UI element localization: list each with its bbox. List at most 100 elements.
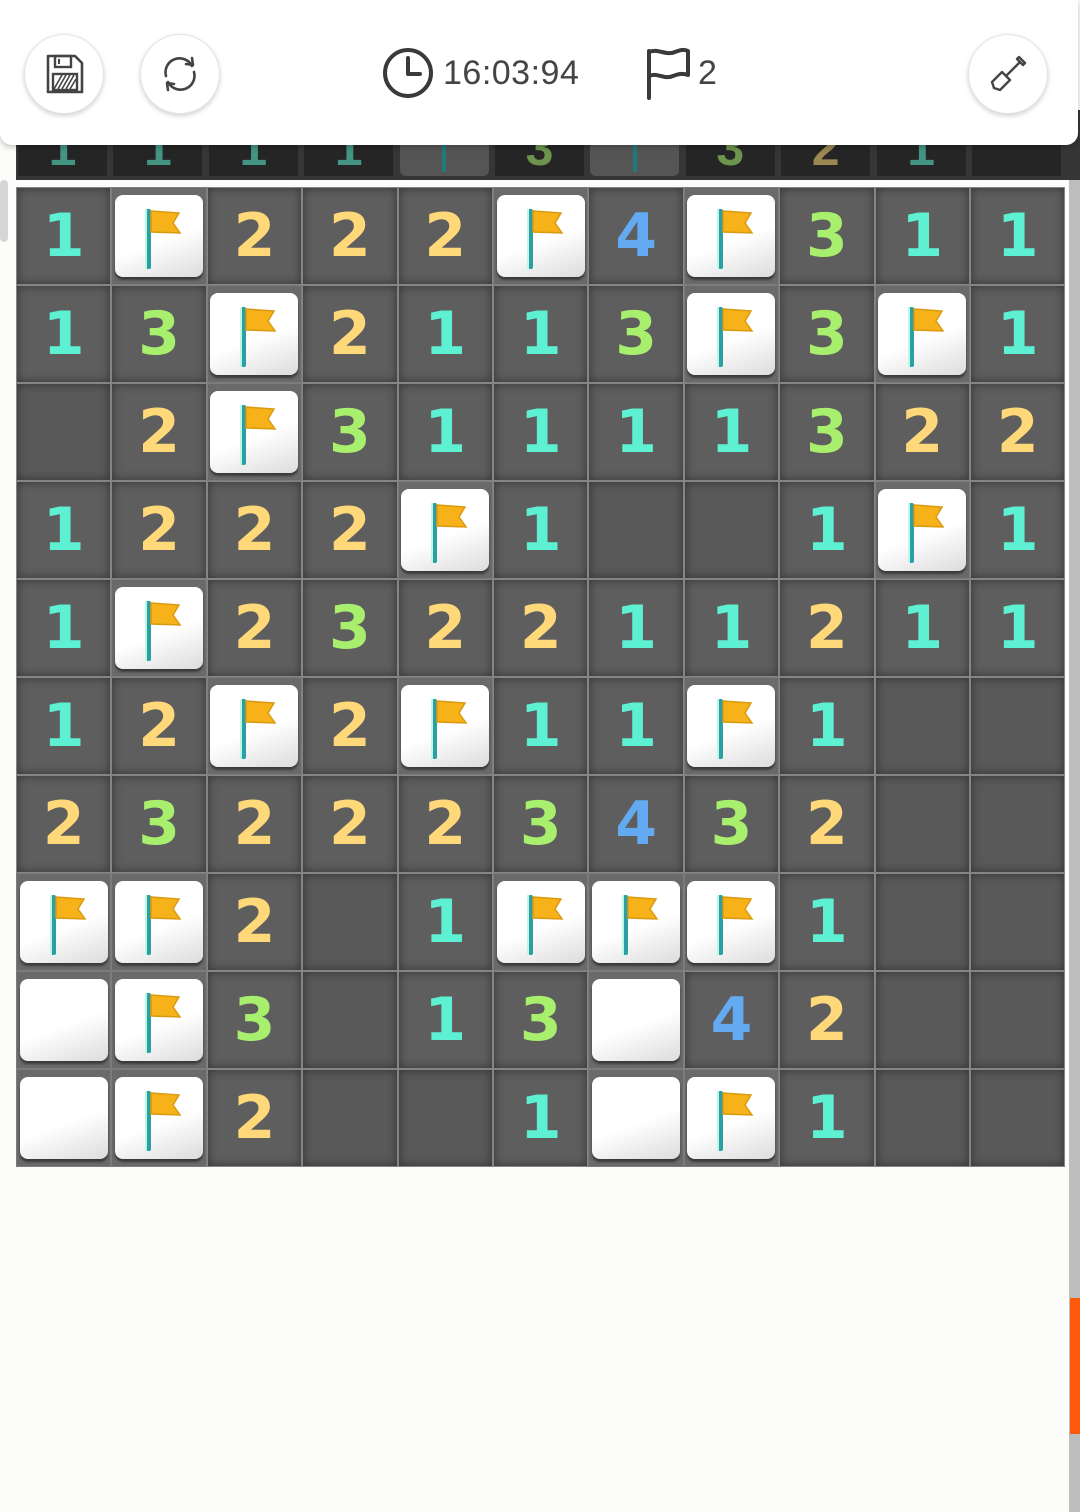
number-cell[interactable]: 1	[683, 579, 780, 677]
unopened-cell[interactable]	[588, 1069, 684, 1167]
number-cell[interactable]: 3	[493, 971, 589, 1069]
number-cell[interactable]: 1	[16, 285, 112, 383]
empty-cell[interactable]	[16, 383, 112, 481]
number-cell[interactable]: 2	[779, 579, 875, 677]
number-cell[interactable]: 1	[16, 579, 112, 677]
empty-cell[interactable]	[683, 481, 780, 579]
number-cell[interactable]: 2	[206, 873, 303, 971]
number-cell[interactable]: 2	[111, 383, 207, 481]
empty-cell[interactable]	[302, 1069, 398, 1167]
number-cell[interactable]: 2	[302, 775, 398, 873]
flagged-cell[interactable]	[874, 285, 970, 383]
flagged-cell[interactable]	[397, 481, 493, 579]
empty-cell[interactable]	[302, 873, 398, 971]
number-cell[interactable]: 1	[493, 677, 589, 775]
empty-cell[interactable]	[874, 971, 970, 1069]
number-cell[interactable]: 3	[206, 971, 303, 1069]
unopened-cell[interactable]	[588, 971, 684, 1069]
flagged-cell[interactable]	[683, 1069, 780, 1167]
number-cell[interactable]: 1	[874, 579, 970, 677]
unopened-cell[interactable]	[16, 971, 112, 1069]
number-cell[interactable]: 1	[588, 677, 684, 775]
number-cell[interactable]: 3	[493, 775, 589, 873]
flagged-cell[interactable]	[206, 383, 303, 481]
number-cell[interactable]: 2	[779, 971, 875, 1069]
number-cell[interactable]: 2	[302, 187, 398, 285]
number-cell[interactable]: 2	[206, 775, 303, 873]
flagged-cell[interactable]	[111, 187, 207, 285]
number-cell[interactable]: 3	[111, 285, 207, 383]
number-cell[interactable]: 1	[874, 187, 970, 285]
empty-cell[interactable]	[302, 971, 398, 1069]
number-cell[interactable]: 1	[16, 677, 112, 775]
number-cell[interactable]: 1	[397, 383, 493, 481]
flagged-cell[interactable]	[397, 677, 493, 775]
number-cell[interactable]: 1	[493, 1069, 589, 1167]
save-button[interactable]	[24, 34, 104, 114]
number-cell[interactable]: 2	[111, 481, 207, 579]
number-cell[interactable]: 2	[206, 187, 303, 285]
number-cell[interactable]: 2	[302, 481, 398, 579]
number-cell[interactable]: 2	[302, 677, 398, 775]
number-cell[interactable]: 3	[779, 383, 875, 481]
number-cell[interactable]: 4	[683, 971, 780, 1069]
flagged-cell[interactable]	[206, 285, 303, 383]
empty-cell[interactable]	[970, 677, 1066, 775]
number-cell[interactable]: 1	[779, 481, 875, 579]
number-cell[interactable]: 4	[588, 187, 684, 285]
flagged-cell[interactable]	[683, 677, 780, 775]
flagged-cell[interactable]	[16, 873, 112, 971]
number-cell[interactable]: 1	[970, 285, 1066, 383]
number-cell[interactable]: 2	[397, 579, 493, 677]
empty-cell[interactable]	[874, 1069, 970, 1167]
number-cell[interactable]: 4	[588, 775, 684, 873]
number-cell[interactable]: 3	[302, 383, 398, 481]
number-cell[interactable]: 2	[302, 285, 398, 383]
number-cell[interactable]: 1	[493, 481, 589, 579]
empty-cell[interactable]	[970, 873, 1066, 971]
number-cell[interactable]: 2	[206, 579, 303, 677]
flagged-cell[interactable]	[683, 873, 780, 971]
number-cell[interactable]: 1	[493, 383, 589, 481]
number-cell[interactable]: 2	[874, 383, 970, 481]
flagged-cell[interactable]	[493, 873, 589, 971]
flagged-cell[interactable]	[683, 285, 780, 383]
flagged-cell[interactable]	[111, 1069, 207, 1167]
number-cell[interactable]: 3	[111, 775, 207, 873]
number-cell[interactable]: 2	[16, 775, 112, 873]
number-cell[interactable]: 3	[302, 579, 398, 677]
unopened-cell[interactable]	[16, 1069, 112, 1167]
number-cell[interactable]: 3	[588, 285, 684, 383]
flagged-cell[interactable]	[111, 579, 207, 677]
number-cell[interactable]: 1	[16, 481, 112, 579]
flagged-cell[interactable]	[493, 187, 589, 285]
number-cell[interactable]: 1	[588, 579, 684, 677]
horizontal-scroll-indicator[interactable]	[0, 180, 8, 242]
number-cell[interactable]: 1	[779, 873, 875, 971]
empty-cell[interactable]	[874, 677, 970, 775]
number-cell[interactable]: 2	[206, 481, 303, 579]
number-cell[interactable]: 1	[16, 187, 112, 285]
number-cell[interactable]: 1	[397, 285, 493, 383]
number-cell[interactable]: 1	[493, 285, 589, 383]
number-cell[interactable]: 2	[397, 187, 493, 285]
empty-cell[interactable]	[970, 971, 1066, 1069]
number-cell[interactable]: 3	[779, 285, 875, 383]
number-cell[interactable]: 1	[588, 383, 684, 481]
dig-mode-button[interactable]	[968, 34, 1048, 114]
number-cell[interactable]: 2	[779, 775, 875, 873]
number-cell[interactable]: 1	[970, 187, 1066, 285]
number-cell[interactable]: 1	[779, 1069, 875, 1167]
number-cell[interactable]: 3	[683, 775, 780, 873]
flagged-cell[interactable]	[111, 873, 207, 971]
empty-cell[interactable]	[970, 775, 1066, 873]
empty-cell[interactable]	[874, 775, 970, 873]
restart-button[interactable]	[140, 34, 220, 114]
flagged-cell[interactable]	[874, 481, 970, 579]
flagged-cell[interactable]	[111, 971, 207, 1069]
number-cell[interactable]: 1	[779, 677, 875, 775]
empty-cell[interactable]	[874, 873, 970, 971]
number-cell[interactable]: 1	[397, 873, 493, 971]
empty-cell[interactable]	[970, 1069, 1066, 1167]
flagged-cell[interactable]	[588, 873, 684, 971]
